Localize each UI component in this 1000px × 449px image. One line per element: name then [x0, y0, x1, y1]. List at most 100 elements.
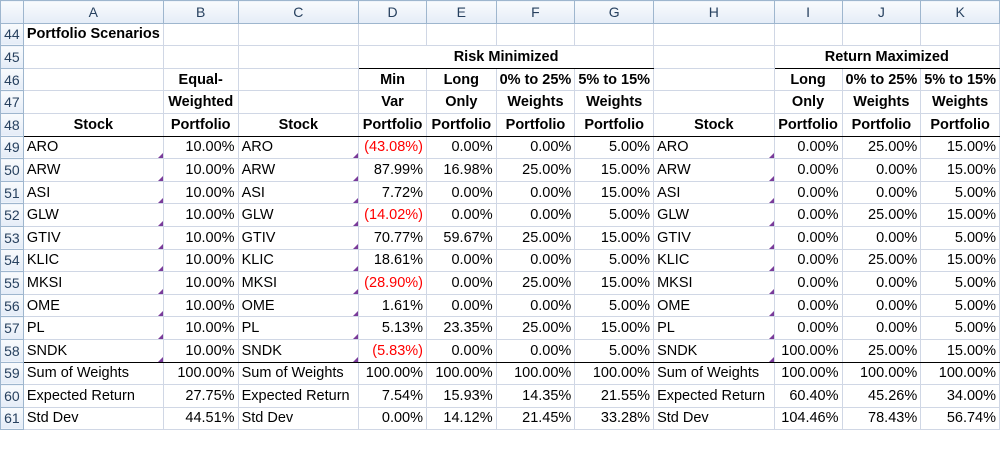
header-cell-k48[interactable]: Portfolio [920, 112, 1000, 137]
row-header-50[interactable]: 50 [0, 158, 24, 182]
cell-b55[interactable]: 10.00% [162, 271, 239, 295]
cell-F44[interactable] [495, 22, 576, 47]
cell-c51[interactable]: ASI [237, 180, 360, 205]
cell-g58[interactable]: 5.00% [574, 338, 655, 363]
cell-a52[interactable]: GLW [22, 203, 164, 227]
cell-g56[interactable]: 5.00% [574, 293, 655, 318]
group-header-return-maximized[interactable]: Return Maximized [773, 45, 1000, 69]
cell-k56[interactable]: 5.00% [920, 293, 1000, 318]
header-cell-c46[interactable] [237, 67, 360, 92]
cell-h53[interactable]: GTIV [653, 225, 775, 250]
header-cell-j47[interactable]: Weights [841, 90, 922, 114]
cell-f55[interactable]: 25.00% [495, 271, 576, 295]
cell-d57[interactable]: 5.13% [358, 316, 428, 340]
cell-h52[interactable]: GLW [653, 203, 775, 227]
cell-j53[interactable]: 0.00% [841, 225, 922, 250]
cell-g49[interactable]: 5.00% [574, 135, 655, 160]
cell-j55[interactable]: 0.00% [841, 271, 922, 295]
row-header-51[interactable]: 51 [0, 180, 24, 205]
cell-e51[interactable]: 0.00% [426, 180, 497, 205]
cell-e58[interactable]: 0.00% [426, 338, 497, 363]
cell-c59[interactable]: Sum of Weights [237, 361, 360, 386]
cell-g51[interactable]: 15.00% [574, 180, 655, 205]
cell-j49[interactable]: 25.00% [841, 135, 922, 160]
cell-K44[interactable] [920, 22, 1000, 47]
cell-c49[interactable]: ARO [237, 135, 360, 160]
column-header-b[interactable]: B [162, 0, 239, 24]
cell-e50[interactable]: 16.98% [426, 158, 497, 182]
cell-a49[interactable]: ARO [22, 135, 164, 160]
cell-c53[interactable]: GTIV [237, 225, 360, 250]
row-header-49[interactable]: 49 [0, 135, 24, 160]
header-cell-j48[interactable]: Portfolio [841, 112, 922, 137]
cell-h50[interactable]: ARW [653, 158, 775, 182]
cell-j50[interactable]: 0.00% [841, 158, 922, 182]
cell-i58[interactable]: 100.00% [773, 338, 843, 363]
cell-d52[interactable]: (14.02%) [358, 203, 428, 227]
cell-d50[interactable]: 87.99% [358, 158, 428, 182]
cell-f51[interactable]: 0.00% [495, 180, 576, 205]
cell-d59[interactable]: 100.00% [358, 361, 428, 386]
cell-C44[interactable] [237, 22, 360, 47]
cell-a61[interactable]: Std Dev [22, 406, 164, 431]
cell-f60[interactable]: 14.35% [495, 384, 576, 408]
header-cell-d46[interactable]: Min [358, 67, 428, 92]
cell-b49[interactable]: 10.00% [162, 135, 239, 160]
header-cell-g48[interactable]: Portfolio [574, 112, 655, 137]
cell-g52[interactable]: 5.00% [574, 203, 655, 227]
cell-j51[interactable]: 0.00% [841, 180, 922, 205]
cell-i60[interactable]: 60.40% [773, 384, 843, 408]
cell-k50[interactable]: 15.00% [920, 158, 1000, 182]
cell-f50[interactable]: 25.00% [495, 158, 576, 182]
cell-h59[interactable]: Sum of Weights [653, 361, 775, 386]
cell-d56[interactable]: 1.61% [358, 293, 428, 318]
cell-k61[interactable]: 56.74% [920, 406, 1000, 431]
cell-b52[interactable]: 10.00% [162, 203, 239, 227]
row-header-60[interactable]: 60 [0, 384, 24, 408]
row-header-61[interactable]: 61 [0, 406, 24, 431]
row-header-52[interactable]: 52 [0, 203, 24, 227]
group-header-risk-minimized[interactable]: Risk Minimized [358, 45, 655, 69]
cell-f53[interactable]: 25.00% [495, 225, 576, 250]
cell-e49[interactable]: 0.00% [426, 135, 497, 160]
row-header-58[interactable]: 58 [0, 338, 24, 363]
cell-h51[interactable]: ASI [653, 180, 775, 205]
cell-j59[interactable]: 100.00% [841, 361, 922, 386]
cell-B45[interactable] [162, 45, 239, 69]
cell-j56[interactable]: 0.00% [841, 293, 922, 318]
header-cell-k46[interactable]: 5% to 15% [920, 67, 1000, 92]
cell-i54[interactable]: 0.00% [773, 248, 843, 273]
cell-d53[interactable]: 70.77% [358, 225, 428, 250]
cell-H44[interactable] [653, 22, 775, 47]
row-header-53[interactable]: 53 [0, 225, 24, 250]
header-cell-h46[interactable] [653, 67, 775, 92]
cell-g50[interactable]: 15.00% [574, 158, 655, 182]
header-cell-i46[interactable]: Long [773, 67, 843, 92]
cell-C45[interactable] [237, 45, 360, 69]
row-header-57[interactable]: 57 [0, 316, 24, 340]
cell-e57[interactable]: 23.35% [426, 316, 497, 340]
cell-i59[interactable]: 100.00% [773, 361, 843, 386]
cell-j52[interactable]: 25.00% [841, 203, 922, 227]
column-header-k[interactable]: K [920, 0, 1000, 24]
header-cell-e48[interactable]: Portfolio [426, 112, 497, 137]
column-header-h[interactable]: H [653, 0, 775, 24]
header-cell-a46[interactable] [22, 67, 164, 92]
cell-b58[interactable]: 10.00% [162, 338, 239, 363]
row-header-56[interactable]: 56 [0, 293, 24, 318]
cell-i55[interactable]: 0.00% [773, 271, 843, 295]
cell-i52[interactable]: 0.00% [773, 203, 843, 227]
cell-e61[interactable]: 14.12% [426, 406, 497, 431]
cell-b59[interactable]: 100.00% [162, 361, 239, 386]
cell-c60[interactable]: Expected Return [237, 384, 360, 408]
cell-g55[interactable]: 15.00% [574, 271, 655, 295]
header-cell-c47[interactable] [237, 90, 360, 114]
cell-d55[interactable]: (28.90%) [358, 271, 428, 295]
cell-g54[interactable]: 5.00% [574, 248, 655, 273]
cell-B44[interactable] [162, 22, 239, 47]
cell-e54[interactable]: 0.00% [426, 248, 497, 273]
header-cell-f47[interactable]: Weights [495, 90, 576, 114]
header-cell-f46[interactable]: 0% to 25% [495, 67, 576, 92]
column-header-f[interactable]: F [495, 0, 576, 24]
cell-h57[interactable]: PL [653, 316, 775, 340]
